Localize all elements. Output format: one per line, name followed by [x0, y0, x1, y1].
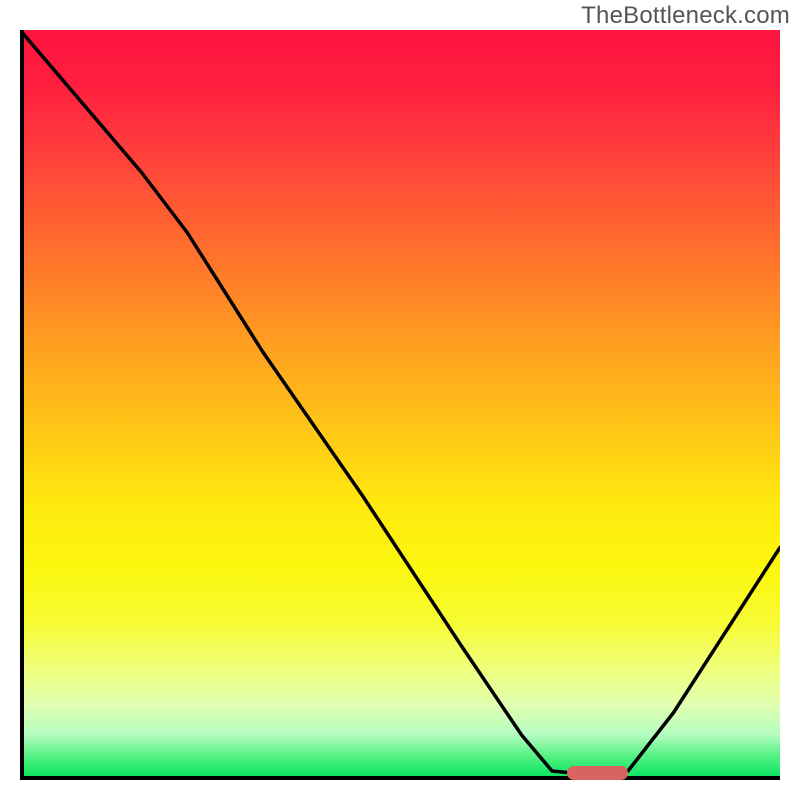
optimal-marker	[567, 766, 628, 780]
chart-container: TheBottleneck.com	[0, 0, 800, 800]
curve-svg	[20, 30, 780, 780]
bottleneck-curve	[20, 30, 780, 773]
watermark-text: TheBottleneck.com	[581, 2, 790, 30]
